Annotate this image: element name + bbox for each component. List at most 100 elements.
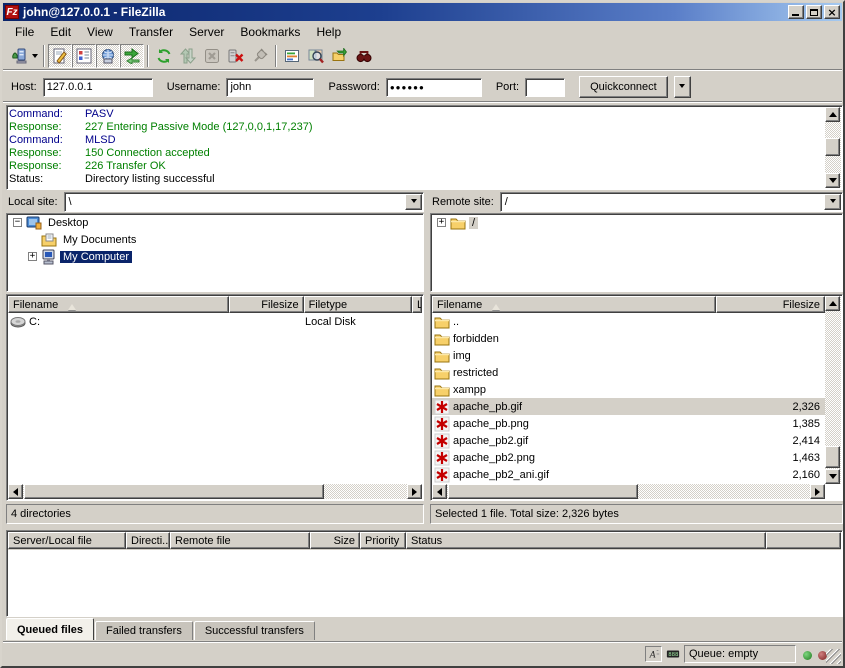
- tab-failed-transfers[interactable]: Failed transfers: [95, 621, 193, 640]
- tree-item-my-computer[interactable]: + My Computer: [7, 248, 423, 265]
- synchronized-browsing-button[interactable]: [328, 44, 352, 68]
- toggle-message-log-button[interactable]: [48, 44, 72, 68]
- username-input[interactable]: [226, 78, 314, 97]
- column-direction[interactable]: Directi...: [126, 532, 170, 549]
- scroll-right-button[interactable]: [407, 484, 422, 499]
- remote-file-row[interactable]: img: [432, 347, 826, 364]
- site-manager-button[interactable]: [7, 44, 31, 68]
- collapse-icon[interactable]: −: [13, 218, 22, 227]
- expand-icon[interactable]: +: [28, 252, 37, 261]
- remote-file-row[interactable]: restricted: [432, 364, 826, 381]
- menu-transfer[interactable]: Transfer: [121, 23, 181, 41]
- scroll-up-button[interactable]: [825, 296, 840, 311]
- remote-file-row[interactable]: apache_pb.png1,385: [432, 415, 826, 432]
- column-server-local-file[interactable]: Server/Local file: [8, 532, 126, 549]
- menu-edit[interactable]: Edit: [42, 23, 79, 41]
- expand-icon[interactable]: +: [437, 218, 446, 227]
- local-list-hscrollbar[interactable]: [8, 484, 422, 499]
- tree-item-root[interactable]: + /: [431, 214, 842, 231]
- menu-bookmarks[interactable]: Bookmarks: [232, 23, 308, 41]
- cancel-operation-button[interactable]: [200, 44, 224, 68]
- column-status[interactable]: Status: [406, 532, 766, 549]
- tab-queued-files[interactable]: Queued files: [6, 618, 94, 640]
- file-size: 1,385: [736, 418, 826, 430]
- port-input[interactable]: [525, 78, 565, 97]
- scrollbar-thumb[interactable]: [24, 484, 324, 499]
- menu-file[interactable]: File: [7, 23, 42, 41]
- filter-button[interactable]: [280, 44, 304, 68]
- toggle-transfer-queue-button[interactable]: [120, 44, 144, 68]
- scroll-right-button[interactable]: [810, 484, 825, 499]
- column-priority[interactable]: Priority: [360, 532, 406, 549]
- quickconnect-button[interactable]: Quickconnect: [579, 76, 668, 98]
- tree-item-my-documents[interactable]: My Documents: [7, 231, 423, 248]
- quickconnect-dropdown[interactable]: [674, 76, 691, 98]
- menu-help[interactable]: Help: [308, 23, 349, 41]
- folder-icon: [450, 215, 466, 231]
- remote-file-row[interactable]: apache_pb2.png1,463: [432, 449, 826, 466]
- speed-limit-icon[interactable]: [664, 646, 681, 662]
- scroll-down-button[interactable]: [825, 173, 840, 188]
- toggle-local-tree-button[interactable]: [72, 44, 96, 68]
- column-filesize[interactable]: Filesize: [716, 296, 825, 313]
- local-site-dropdown[interactable]: [405, 194, 422, 210]
- toggle-remote-tree-button[interactable]: [96, 44, 120, 68]
- scrollbar-thumb[interactable]: [825, 138, 840, 156]
- column-filename[interactable]: Filename: [8, 296, 229, 313]
- log-scrollbar[interactable]: [825, 107, 841, 188]
- local-file-row[interactable]: C: Local Disk: [8, 313, 424, 330]
- scroll-left-button[interactable]: [8, 484, 23, 499]
- local-site-combo[interactable]: \: [64, 192, 424, 212]
- column-empty: [766, 532, 841, 549]
- column-filetype[interactable]: Filetype: [304, 296, 412, 313]
- menu-view[interactable]: View: [79, 23, 121, 41]
- column-size[interactable]: Size: [310, 532, 360, 549]
- remote-file-row[interactable]: xampp: [432, 381, 826, 398]
- remote-list-hscrollbar[interactable]: [432, 484, 825, 499]
- host-input[interactable]: [43, 78, 153, 97]
- close-icon: ×: [827, 7, 836, 18]
- column-filesize[interactable]: Filesize: [229, 296, 304, 313]
- remote-list-vscrollbar[interactable]: [825, 296, 841, 484]
- remote-file-row[interactable]: apache_pb2.gif2,414: [432, 432, 826, 449]
- remote-file-row-selected[interactable]: apache_pb.gif2,326: [432, 398, 826, 415]
- remote-file-row[interactable]: ..: [432, 313, 826, 330]
- reconnect-button[interactable]: [248, 44, 272, 68]
- password-input[interactable]: [386, 78, 482, 97]
- minimize-button[interactable]: [788, 5, 804, 19]
- close-button[interactable]: ×: [824, 5, 840, 19]
- column-remote-file[interactable]: Remote file: [170, 532, 310, 549]
- directory-comparison-button[interactable]: [304, 44, 328, 68]
- process-queue-button[interactable]: [176, 44, 200, 68]
- message-log[interactable]: Command:PASV Response:227 Entering Passi…: [6, 105, 843, 190]
- tab-successful-transfers[interactable]: Successful transfers: [194, 621, 315, 640]
- resize-grip[interactable]: [826, 649, 841, 664]
- find-files-button[interactable]: [352, 44, 376, 68]
- remote-site-dropdown[interactable]: [824, 194, 841, 210]
- maximize-button[interactable]: [806, 5, 822, 19]
- local-directory-tree[interactable]: − Desktop My Documents + My Computer: [6, 213, 424, 292]
- scrollbar-thumb[interactable]: [825, 446, 840, 468]
- queue-body[interactable]: [8, 550, 841, 615]
- scroll-up-button[interactable]: [825, 107, 840, 122]
- refresh-button[interactable]: [152, 44, 176, 68]
- scroll-left-button[interactable]: [432, 484, 447, 499]
- sort-ascending-icon: [68, 300, 76, 310]
- data-type-indicator-icon[interactable]: [645, 646, 662, 662]
- site-manager-dropdown[interactable]: [32, 54, 38, 61]
- disconnect-button[interactable]: [224, 44, 248, 68]
- scroll-down-button[interactable]: [825, 469, 840, 484]
- tree-item-desktop[interactable]: − Desktop: [7, 214, 423, 231]
- column-last-modified[interactable]: L: [412, 296, 422, 313]
- arrow-right-icon: [412, 488, 421, 496]
- remote-directory-tree[interactable]: + /: [430, 213, 843, 292]
- remote-file-row[interactable]: forbidden: [432, 330, 826, 347]
- remote-site-combo[interactable]: /: [500, 192, 843, 212]
- local-site-label: Local site:: [6, 196, 64, 208]
- toolbar-separator: [275, 45, 277, 67]
- remote-file-row[interactable]: apache_pb2_ani.gif2,160: [432, 466, 826, 483]
- column-filename[interactable]: Filename: [432, 296, 716, 313]
- scrollbar-thumb[interactable]: [448, 484, 638, 499]
- menu-server[interactable]: Server: [181, 23, 232, 41]
- folder-icon: [434, 331, 450, 347]
